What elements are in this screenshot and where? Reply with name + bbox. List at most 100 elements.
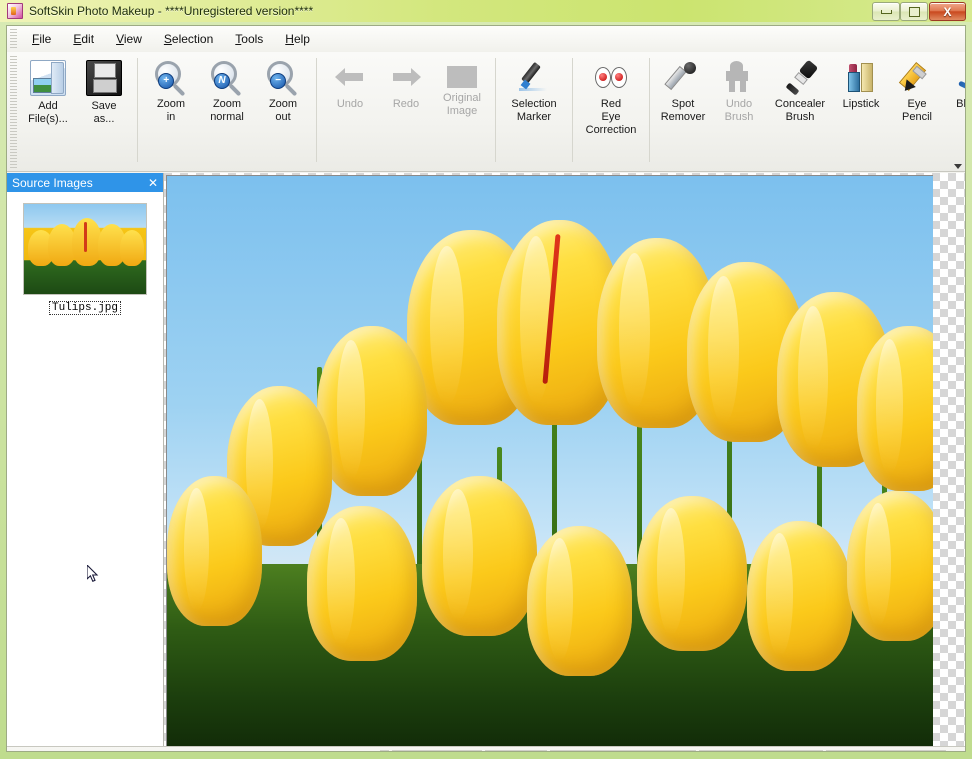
youtube-watch-panel[interactable]: Watch us YouTube: [826, 749, 946, 752]
toolbar-label-undo: Undo: [336, 98, 364, 110]
app-logo-icon: [7, 3, 23, 19]
toolbar-label-selection-marker: Selection Marker: [511, 98, 557, 123]
panel-title: Source Images: [12, 175, 93, 190]
spot-remover-icon: [664, 60, 700, 94]
toolbar-button-red-eye-correction[interactable]: Red Eye Correction: [578, 52, 644, 172]
undo-brush-icon: [722, 60, 756, 94]
menu-label-selection: election: [171, 32, 214, 46]
menu-item-view[interactable]: View: [105, 29, 153, 49]
toolbar-label-add-files: Add File(s)...: [28, 100, 68, 125]
thumbnail-label: Tulips.jpg: [48, 301, 121, 315]
toolbar-label-original-image: Original Image: [443, 92, 481, 117]
undo-arrow-icon: [333, 60, 367, 94]
thumbnail-list: Tulips.jpg: [7, 192, 163, 315]
toolbar-separator: [137, 58, 138, 162]
menu-label-edit: dit: [81, 32, 95, 46]
menu-label-view: iew: [123, 32, 142, 46]
source-images-panel: Source Images ✕ Tulips.jpg: [7, 173, 164, 746]
toolbar-button-bleach[interactable]: Bleach: [945, 52, 965, 172]
toolbar-label-red-eye: Red Eye Correction: [585, 98, 637, 136]
toolbar-label-concealer-brush: Concealer Brush: [774, 98, 826, 123]
toolbar-button-undo-brush[interactable]: Undo Brush: [711, 52, 767, 172]
status-panel-2: [392, 749, 482, 751]
magnifier-normal-icon: N: [210, 60, 244, 97]
toolbar-label-lipstick: Lipstick: [842, 98, 880, 110]
mouse-cursor-icon: [87, 565, 99, 583]
close-button[interactable]: X: [929, 2, 966, 21]
thumbnail-tulips[interactable]: [23, 203, 147, 295]
toolbar-label-undo-brush: Undo Brush: [724, 98, 754, 123]
main-toolbar: Add File(s)... Save as... + Zoom in N Zo…: [7, 52, 965, 172]
floppy-disk-icon: [86, 60, 122, 96]
toolbar-button-save-as[interactable]: Save as...: [76, 52, 132, 172]
menu-mnemonic: H: [285, 32, 294, 46]
menu-item-tools[interactable]: Tools: [224, 29, 274, 49]
toolbar-drag-grip[interactable]: [10, 56, 17, 168]
minimize-icon: [880, 9, 892, 14]
toolbar-label-spot-remover: Spot Remover: [660, 98, 706, 123]
twitter-icon[interactable]: [626, 752, 645, 753]
minimize-button[interactable]: [872, 2, 900, 21]
toolbar-separator: [572, 58, 573, 162]
eye-pencil-icon: [898, 60, 934, 95]
youtube-icon[interactable]: YouTube: [885, 751, 909, 752]
toolbar-label-save-as: Save as...: [91, 100, 117, 125]
menu-item-selection[interactable]: Selection: [153, 29, 224, 49]
zoom-in-badge: +: [158, 73, 174, 89]
toolbar-button-spot-remover[interactable]: Spot Remover: [655, 52, 711, 172]
menu-item-file[interactable]: File: [21, 29, 62, 49]
title-bar: SoftSkin Photo Makeup - ****Unregistered…: [0, 0, 972, 22]
bleach-brush-icon: [956, 60, 965, 95]
toolbar-label-eye-pencil: Eye Pencil: [902, 98, 932, 123]
maximize-button[interactable]: [900, 2, 928, 21]
twitter-follow-panel[interactable]: Tim Follow us: [550, 749, 696, 753]
toolbar-separator: [316, 58, 317, 162]
image-canvas[interactable]: [164, 173, 965, 746]
original-image-icon: [447, 66, 477, 88]
chevron-down-icon[interactable]: [954, 164, 962, 169]
toolbar-button-zoom-out[interactable]: − Zoom out: [255, 52, 311, 172]
source-images-header: Source Images ✕: [7, 173, 163, 192]
facebook-join-panel[interactable]: Join us 10: [699, 749, 823, 753]
toolbar-button-add-files[interactable]: Add File(s)...: [20, 52, 76, 172]
toolbar-separator: [495, 58, 496, 162]
red-eyes-icon: [594, 60, 628, 94]
status-panel-1: [380, 749, 389, 751]
menu-label-help: elp: [293, 32, 310, 46]
toolbar-button-eye-pencil[interactable]: Eye Pencil: [889, 52, 945, 172]
menu-label-file: ile: [39, 32, 52, 46]
menu-item-edit[interactable]: Edit: [62, 29, 105, 49]
menu-bar: File Edit View Selection Tools Help: [7, 26, 965, 53]
toolbar-label-redo: Redo: [392, 98, 420, 110]
toolbar-button-zoom-in[interactable]: + Zoom in: [143, 52, 199, 172]
toolbar-button-selection-marker[interactable]: Selection Marker: [501, 52, 567, 172]
close-icon: X: [943, 4, 952, 19]
toolbar-label-zoom-in: Zoom in: [156, 98, 186, 123]
concealer-brush-icon: [783, 59, 819, 96]
status-panel-3: [485, 749, 547, 751]
toolbar-button-redo[interactable]: Redo: [378, 52, 434, 172]
magnifier-plus-icon: +: [154, 60, 188, 97]
toolbar-button-lipstick[interactable]: Lipstick: [833, 52, 889, 172]
toolbar-button-concealer-brush[interactable]: Concealer Brush: [767, 52, 833, 172]
menu-mnemonic: S: [163, 32, 172, 46]
close-icon[interactable]: ✕: [148, 177, 158, 189]
toolbar-button-zoom-normal[interactable]: N Zoom normal: [199, 52, 255, 172]
menu-label-tools: ools: [241, 32, 264, 46]
redo-arrow-icon: [389, 60, 423, 94]
menubar-drag-grip[interactable]: [10, 29, 17, 49]
pen-marker-icon: [517, 60, 551, 94]
status-bar: x: 4 y: 369 RGB: (201, 231, 255) Tim Fol…: [7, 746, 965, 753]
toolbar-button-original-image[interactable]: Original Image: [434, 52, 490, 172]
toolbar-label-zoom-normal: Zoom normal: [210, 98, 244, 123]
facebook-icon[interactable]: [758, 752, 777, 753]
zoom-normal-badge: N: [214, 73, 230, 89]
menu-item-help[interactable]: Help: [274, 29, 321, 49]
photo-tulips[interactable]: [166, 175, 933, 746]
toolbar-separator: [649, 58, 650, 162]
magnifier-minus-icon: −: [266, 60, 300, 97]
add-image-folder-icon: [30, 60, 66, 96]
toolbar-label-zoom-out: Zoom out: [268, 98, 298, 123]
maximize-icon: [908, 6, 920, 17]
toolbar-button-undo[interactable]: Undo: [322, 52, 378, 172]
